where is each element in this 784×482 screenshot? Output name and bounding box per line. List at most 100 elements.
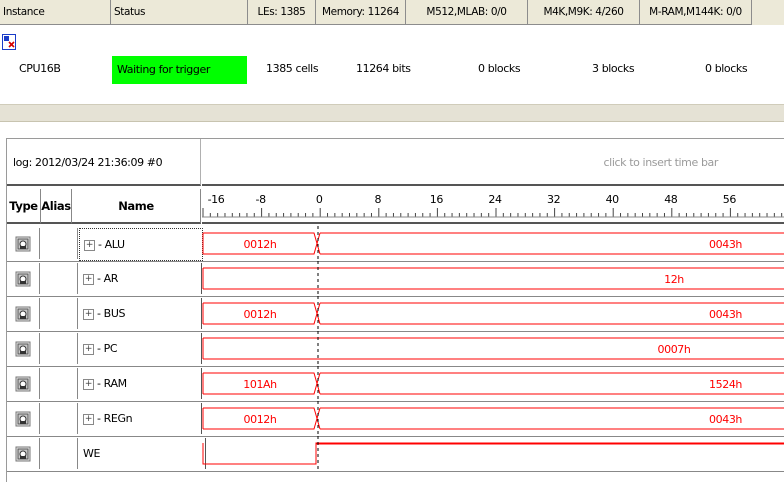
value-after: 1524h [709, 378, 742, 391]
signal-alias-cell [41, 333, 78, 364]
col-les-header[interactable]: LEs: 1385 [248, 0, 316, 25]
signal-row[interactable]: + - RAM 101Ah 1524h [7, 366, 784, 402]
col-alias-header[interactable]: Alias [41, 189, 72, 224]
signal-alias-cell [41, 403, 78, 434]
signal-tap-icon [15, 411, 31, 427]
ruler-tick-label: 48 [664, 193, 678, 206]
instance-name: CPU16B [19, 62, 61, 75]
col-instance-header[interactable]: Instance [0, 0, 111, 25]
signal-tap-icon [15, 376, 31, 392]
expand-plus-icon[interactable]: + [83, 343, 94, 355]
expand-plus-icon[interactable]: + [84, 239, 95, 251]
signal-waveform[interactable]: 101Ah 1524h [202, 366, 784, 401]
signal-tap-icon [15, 271, 31, 287]
tree-line: - [97, 377, 104, 390]
signal-waveform[interactable]: 0007h [202, 331, 784, 366]
signal-name-cell[interactable]: + - AR [79, 263, 202, 294]
col-m4k-header[interactable]: M4K,M9K: 4/260 [528, 0, 640, 25]
signal-row[interactable]: + - ALU 0012h 0043h [7, 226, 784, 262]
signal-alias-cell [41, 298, 78, 329]
col-m512-header[interactable]: M512,MLAB: 0/0 [406, 0, 528, 25]
ruler-tick-label: 32 [546, 193, 561, 206]
signal-type-cell [7, 438, 40, 469]
ruler-tick-label: -16 [207, 193, 225, 206]
expand-plus-icon[interactable]: + [83, 273, 94, 285]
time-bar-hint: click to insert time bar [603, 156, 719, 169]
memory-value: 11264 bits [356, 62, 411, 75]
expand-plus-icon[interactable]: + [83, 308, 94, 320]
signal-type-cell [7, 368, 40, 399]
signal-row[interactable]: + - BUS 0012h 0043h [7, 296, 784, 332]
signal-name-cell[interactable]: + - PC [79, 333, 202, 364]
col-memory-header[interactable]: Memory: 11264 [316, 0, 406, 25]
m512-value: 0 blocks [478, 62, 521, 75]
signal-waveform[interactable]: 0012h 0043h [202, 226, 784, 261]
signal-type-cell [7, 298, 40, 329]
signal-tap-icon [15, 306, 31, 322]
signal-name: WE [83, 447, 101, 460]
time-ruler[interactable]: -16 -8 0 8 16 24 32 40 48 56 [202, 189, 784, 224]
signal-alias-cell [41, 438, 78, 469]
instance-table-header: Instance Status LEs: 1385 Memory: 11264 … [0, 0, 784, 25]
value-before: 101Ah [243, 378, 277, 391]
expand-plus-icon[interactable]: + [83, 378, 94, 390]
signal-type-cell [7, 333, 40, 364]
signal-name-cell[interactable]: + - REGn [79, 403, 202, 434]
ruler-tick-label: 24 [488, 193, 502, 206]
value-after: 12h [664, 273, 684, 286]
tree-line: - [97, 272, 104, 285]
value-after: 0043h [709, 238, 742, 251]
tree-line: - [97, 412, 104, 425]
time-bar-area[interactable]: click to insert time bar [202, 139, 784, 186]
signal-tap-icon [15, 236, 31, 252]
value-before: 0012h [244, 308, 277, 321]
signal-name: PC [103, 342, 118, 355]
tree-line: - [98, 238, 105, 251]
signal-row[interactable]: + - REGn 0012h 0043h [7, 401, 784, 437]
signal-tap-icon [15, 341, 31, 357]
signal-tap-icon [15, 446, 31, 462]
instance-chip-icon [2, 34, 16, 50]
pane-splitter[interactable] [0, 104, 784, 122]
signal-waveform[interactable]: 0012h 0043h [202, 401, 784, 436]
signal-alias-cell [41, 263, 78, 294]
col-status-header[interactable]: Status [111, 0, 248, 25]
signal-row[interactable]: + - AR 12h [7, 261, 784, 297]
signal-row[interactable]: + - PC 0007h [7, 331, 784, 367]
signal-alias-cell [41, 228, 78, 259]
signal-name-cell[interactable]: + - BUS [79, 298, 202, 329]
col-name-header[interactable]: Name [72, 189, 201, 224]
ruler-tick-label: 8 [374, 193, 382, 206]
value-after: 0007h [658, 343, 691, 356]
signal-name-cell[interactable]: + - RAM [79, 368, 202, 399]
les-value: 1385 cells [266, 62, 319, 75]
ruler-tick-label: 0 [315, 193, 323, 206]
signal-name: AR [103, 272, 119, 285]
signal-name-cell[interactable]: + - ALU [79, 228, 203, 261]
status-badge: Waiting for trigger [112, 56, 247, 84]
signal-type-cell [7, 228, 40, 259]
signal-row[interactable]: WE [7, 436, 784, 472]
ruler-tick-label: 16 [429, 193, 444, 206]
value-after: 0043h [709, 413, 742, 426]
signal-name: REGn [103, 412, 133, 425]
signal-waveform[interactable]: 12h [202, 261, 784, 296]
signal-type-cell [7, 263, 40, 294]
expand-plus-icon[interactable]: + [83, 413, 94, 425]
value-after: 0043h [709, 308, 742, 321]
mram-value: 0 blocks [705, 62, 748, 75]
instance-row[interactable]: CPU16B Waiting for trigger 1385 cells 11… [0, 27, 784, 84]
signal-waveform[interactable] [202, 436, 784, 471]
log-label: log: 2012/03/24 21:36:09 #0 [7, 139, 201, 186]
m4k-value: 3 blocks [592, 62, 635, 75]
tree-line: - [97, 342, 104, 355]
value-before: 0012h [244, 238, 277, 251]
col-mram-header[interactable]: M-RAM,M144K: 0/0 [640, 0, 752, 25]
signal-waveform[interactable]: 0012h 0043h [202, 296, 784, 331]
ruler-tick-label: 40 [605, 193, 620, 206]
col-type-header[interactable]: Type [7, 189, 41, 224]
tree-line: - [97, 307, 104, 320]
signal-name-cell[interactable]: WE [79, 438, 206, 469]
signal-alias-cell [41, 368, 78, 399]
ruler-tick-label: -8 [255, 193, 267, 206]
